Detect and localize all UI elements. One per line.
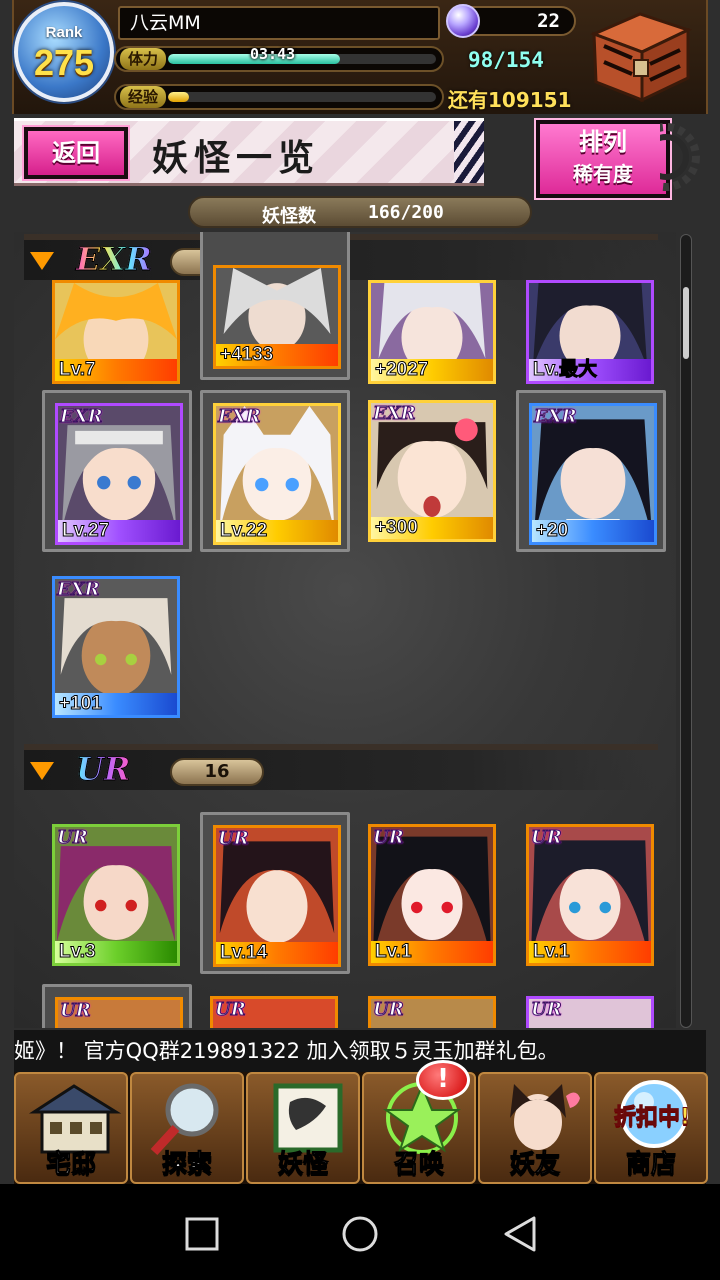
scroll-thumb[interactable] [683, 287, 689, 359]
card-level: Lv.1 [371, 941, 493, 963]
stamina-bar: 体力 03:43 [114, 45, 444, 72]
yokai-card[interactable]: UR [200, 986, 350, 1028]
header-decoration [454, 121, 484, 183]
yokai-card[interactable]: UR [358, 986, 508, 1028]
nav-explore[interactable]: 探索 [130, 1072, 244, 1184]
recent-apps-icon[interactable] [182, 1214, 222, 1254]
card-level: +2027 [371, 359, 493, 381]
yokai-card[interactable]: UR Lv.3 [42, 814, 192, 976]
yokai-card[interactable]: Lv.7 [42, 242, 192, 404]
page-title: 妖怪一览 [152, 137, 321, 179]
gem-counter[interactable]: 22 [446, 4, 576, 38]
rarity-tag: EXR [57, 579, 101, 601]
rarity-tag: UR [215, 999, 247, 1021]
rank-badge[interactable]: Rank 275 [14, 2, 114, 102]
card-level: Lv.7 [55, 359, 177, 381]
exp-label: 经验 [120, 86, 166, 108]
yokai-card[interactable]: UR Lv.1 [358, 814, 508, 976]
sort-button[interactable]: 排列 稀有度 [534, 118, 672, 200]
yokai-card[interactable]: EXR +101 [42, 566, 192, 728]
page-header: 返回 妖怪一览 [14, 118, 484, 186]
stamina-timer: 03:43 [250, 45, 296, 63]
rarity-tag: UR [373, 999, 405, 1021]
card-level: Lv.最大 [529, 359, 651, 381]
yokai-count: 妖怪数 166/200 [188, 196, 532, 228]
nav-friends[interactable]: 妖友 [478, 1072, 592, 1184]
yokai-card[interactable]: Lv.最大 [516, 242, 666, 404]
nav-label: 召唤 [393, 1149, 444, 1179]
yokai-card[interactable]: EXR +300 [358, 390, 508, 552]
card-level: +300 [371, 517, 493, 539]
treasure-chest-icon[interactable] [584, 6, 696, 106]
nav-label: 探索 [161, 1149, 212, 1179]
player-name: 八云MM [118, 6, 440, 40]
yokai-card[interactable]: UR [42, 984, 192, 1028]
yokai-card[interactable]: EXR Lv.27 [42, 390, 192, 552]
card-level: Lv.22 [216, 520, 338, 542]
sort-value: 稀有度 [573, 162, 633, 186]
nav-label: 商店 [625, 1149, 676, 1179]
yokai-card[interactable]: UR Lv.14 [200, 812, 350, 974]
rank-label: Rank [45, 24, 83, 41]
yokai-card[interactable]: UR Lv.1 [516, 814, 666, 976]
exp-track [168, 92, 436, 102]
yokai-card[interactable]: +2027 [358, 242, 508, 404]
gem-count: 22 [537, 10, 560, 32]
group-count: 16 [170, 758, 264, 786]
rarity-tag: EXR [534, 406, 578, 428]
rarity-tag: UR [60, 1000, 92, 1022]
nav-home[interactable]: 宅邸 [14, 1072, 128, 1184]
system-nav-bar [0, 1184, 720, 1280]
rarity-tag: EXR [218, 406, 262, 428]
ticker-text: 姬》！ 官方QQ群219891322 加入领取５灵玉加群礼包。 [14, 1039, 559, 1063]
group-header-ur[interactable]: UR 16 [24, 744, 658, 790]
rarity-tag: UR [57, 827, 89, 849]
yokai-card[interactable]: EXR +20 [516, 390, 666, 552]
yokai-count-label: 妖怪数 [262, 206, 316, 227]
nav-label: 妖怪 [277, 1149, 328, 1179]
rarity-tag: EXR [373, 403, 417, 425]
rank-value: 275 [33, 42, 95, 83]
nav-yokai[interactable]: 妖怪 [246, 1072, 360, 1184]
yokai-card[interactable]: +4133 [200, 232, 350, 380]
exp-fill [168, 92, 190, 102]
yokai-card[interactable]: UR [516, 986, 666, 1028]
card-list[interactable]: EXR 13 Lv.7 +4133 [14, 232, 676, 1028]
yokai-card[interactable]: EXR Lv.22 [200, 390, 350, 552]
sort-label: 排列 [579, 128, 627, 156]
scrollbar[interactable] [680, 234, 692, 1028]
stamina-label: 体力 [120, 48, 166, 70]
nav-label: 宅邸 [45, 1149, 96, 1179]
gem-icon [446, 4, 480, 38]
announcement-ticker: 姬》！ 官方QQ群219891322 加入领取５灵玉加群礼包。 [14, 1030, 706, 1072]
game-screen: Rank 275 八云MM 体力 03:43 经验 22 98/154 还有10… [0, 0, 720, 1280]
exp-bar: 经验 [114, 84, 444, 110]
stamina-value: 98/154 [468, 48, 544, 72]
card-level: +4133 [216, 344, 338, 366]
rarity-tag: UR [218, 828, 250, 850]
collapse-arrow-icon[interactable] [30, 762, 54, 780]
gear-icon [660, 123, 700, 191]
card-level: +101 [55, 693, 177, 715]
nav-label: 妖友 [509, 1149, 560, 1179]
card-level: Lv.3 [55, 941, 177, 963]
back-button[interactable]: 返回 [22, 125, 130, 181]
coin-count: 还有109151 [448, 88, 572, 112]
stamina-track [168, 54, 436, 64]
yokai-count-value: 166/200 [368, 202, 444, 223]
card-level: Lv.14 [216, 942, 338, 964]
summon-notification-badge: ! [416, 1060, 470, 1100]
rarity-tag: UR [531, 999, 563, 1021]
rarity-tag: UR [531, 827, 563, 849]
back-icon[interactable] [500, 1214, 540, 1254]
bottom-nav: 宅邸 探索 妖怪 召唤 妖友 商店 [14, 1072, 708, 1184]
home-icon[interactable] [340, 1214, 380, 1254]
shop-sale-badge: 折扣中! [613, 1105, 691, 1131]
rarity-tag: EXR [60, 406, 104, 428]
group-rarity: UR [76, 750, 131, 789]
rarity-tag: UR [373, 827, 405, 849]
card-level: Lv.1 [529, 941, 651, 963]
card-level: +20 [532, 520, 654, 542]
card-level: Lv.27 [58, 520, 180, 542]
